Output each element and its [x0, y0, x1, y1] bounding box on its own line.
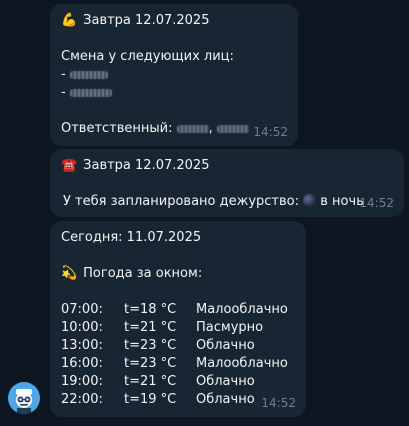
- redacted-name: [216, 124, 249, 133]
- forecast-time: 13:00:: [61, 338, 103, 353]
- forecast-time: 10:00:: [61, 320, 103, 335]
- forecast-condition: Малооблачно: [196, 356, 288, 371]
- dizzy-emoji: 💫: [61, 266, 78, 281]
- forecast-row: 13:00: t=23 °C Облачно: [61, 337, 296, 355]
- flexed-biceps-emoji: 💪: [61, 13, 78, 28]
- forecast-time: 07:00:: [61, 302, 103, 317]
- message-title: ☎️ Завтра 12.07.2025: [61, 158, 210, 173]
- bot-avatar[interactable]: [8, 382, 40, 414]
- bot-face-icon: [16, 389, 32, 414]
- forecast-condition: Облачно: [196, 392, 255, 407]
- forecast-temp: t=21 °C: [124, 374, 177, 389]
- forecast-time: 22:00:: [61, 392, 103, 407]
- forecast-row: 19:00: t=21 °C Облачно: [61, 373, 296, 391]
- message-timestamp: 14:52: [359, 196, 394, 210]
- shift-person-2: -: [61, 84, 288, 102]
- weather-header: 💫 Погода за окном:: [61, 266, 203, 281]
- new-moon-icon: [303, 194, 317, 207]
- forecast-temp: t=19 °C: [124, 392, 177, 407]
- forecast-condition: Малооблачно: [196, 302, 288, 317]
- forecast-temp: t=21 °C: [124, 320, 177, 335]
- forecast-time: 16:00:: [61, 356, 103, 371]
- redacted-name: [69, 70, 108, 79]
- shift-person-1: -: [61, 66, 288, 84]
- message-title: 💪 Завтра 12.07.2025: [61, 13, 210, 28]
- forecast-temp: t=18 °C: [124, 302, 177, 317]
- chat-area: 💪 Завтра 12.07.2025 Смена у следующих ли…: [0, 0, 409, 426]
- forecast-condition: Пасмурно: [196, 320, 264, 335]
- forecast-row: 10:00: t=21 °C Пасмурно: [61, 319, 296, 337]
- forecast-row: 07:00: t=18 °C Малооблачно: [61, 301, 296, 319]
- message-bubble-shift[interactable]: 💪 Завтра 12.07.2025 Смена у следующих ли…: [50, 4, 298, 146]
- forecast-temp: t=23 °C: [124, 356, 177, 371]
- forecast-time: 19:00:: [61, 374, 103, 389]
- telephone-emoji: ☎️: [61, 158, 78, 173]
- forecast-row: 16:00: t=23 °C Малооблачно: [61, 355, 296, 373]
- duty-text: У тебя запланировано дежурство: в ночь: [63, 194, 364, 209]
- redacted-name: [176, 124, 209, 133]
- shift-label: Смена у следующих лиц:: [61, 49, 234, 64]
- message-title: Сегодня: 11.07.2025: [61, 230, 202, 245]
- redacted-name: [69, 88, 112, 97]
- message-timestamp: 14:52: [253, 125, 288, 139]
- forecast-temp: t=23 °C: [124, 338, 177, 353]
- forecast-condition: Облачно: [196, 338, 255, 353]
- message-timestamp: 14:52: [261, 396, 296, 410]
- message-bubble-duty[interactable]: ☎️ Завтра 12.07.2025 У тебя запланирован…: [50, 149, 404, 217]
- forecast-condition: Облачно: [196, 374, 255, 389]
- message-bubble-weather[interactable]: Сегодня: 11.07.2025 💫 Погода за окном: 0…: [50, 221, 306, 417]
